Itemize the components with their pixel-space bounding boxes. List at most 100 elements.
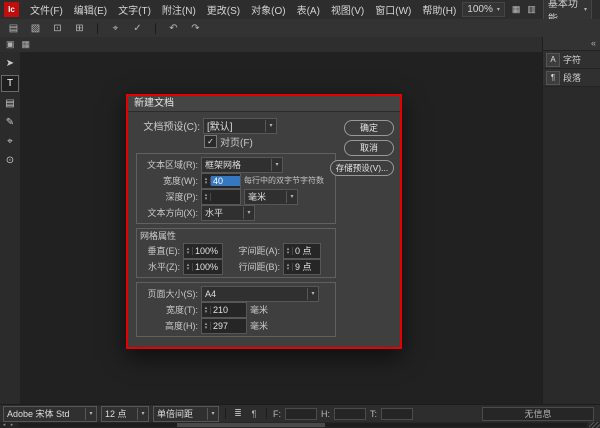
scroll-right-icon[interactable]: ▸ [8, 422, 16, 428]
type-tool-icon[interactable]: T [1, 75, 19, 92]
menu-item-view[interactable]: 视图(V) [326, 2, 369, 17]
zoom-level-value: 100% [467, 4, 493, 15]
panel-character-button[interactable]: A 字符 [543, 51, 600, 69]
page-width-stepper[interactable]: ▴ ▾ 210 [201, 301, 247, 318]
char-spacing-label: 字间距(A): [238, 246, 281, 256]
menu-item-help[interactable]: 帮助(H) [417, 2, 461, 17]
toolbar-divider [155, 22, 156, 34]
statusbar-divider [225, 408, 226, 419]
menu-item-edit[interactable]: 编辑(E) [69, 2, 112, 17]
stepper-down-icon[interactable]: ▾ [184, 266, 192, 271]
line-spacing-value: 9 点 [295, 262, 312, 272]
find-icon[interactable]: ⌖ [109, 23, 122, 34]
width-chars-stepper[interactable]: ▴ ▾ 40 [201, 172, 241, 189]
page-width-label: 宽度(T): [166, 305, 198, 315]
frame-grid-icon[interactable]: ▦ [22, 39, 31, 50]
grid-attributes-group: 网格属性 垂直(E): ▴ ▾ 100% 字间距(A): ▴ ▾ 0 点 水平(Z)… [136, 228, 336, 278]
grid-horizontal-label: 水平(Z): [148, 262, 180, 272]
line-spacing-label: 行间距(B): [238, 262, 281, 272]
font-family-value: Adobe 宋体 Std [7, 409, 70, 419]
font-size-dropdown[interactable]: 12 点 ▾ [101, 405, 149, 422]
facing-pages-checkbox[interactable]: ✓ [204, 135, 217, 148]
stepper-down-icon[interactable]: ▾ [202, 325, 210, 330]
menu-item-window[interactable]: 窗口(W) [370, 2, 416, 17]
stepper-down-icon[interactable]: ▾ [202, 196, 210, 201]
depth-stepper[interactable]: ▴ ▾ [201, 188, 241, 205]
horizontal-scrollbar[interactable] [18, 423, 587, 427]
page-height-unit: 毫米 [250, 321, 269, 331]
line-spacing-stepper[interactable]: ▴ ▾ 9 点 [283, 258, 321, 275]
menu-item-type[interactable]: 文字(T) [113, 2, 156, 17]
grid-horizontal-value: 100% [195, 261, 219, 272]
panel-paragraph-button[interactable]: ¶ 段落 [543, 69, 600, 87]
page-grid-icon[interactable]: ▣ [6, 39, 15, 50]
ok-button[interactable]: 确定 [344, 120, 394, 136]
view-options-icon[interactable]: ▦ [512, 4, 521, 15]
page-height-label: 高度(H): [165, 321, 198, 331]
depth-label: 深度(P): [165, 192, 199, 202]
screen-mode-icon[interactable]: ▥ [527, 4, 536, 15]
field-f-input[interactable] [285, 407, 317, 420]
check-icon: ✓ [207, 136, 214, 146]
stepper-down-icon[interactable]: ▾ [202, 180, 210, 185]
zoom-tool-icon[interactable]: ⊙ [2, 153, 18, 168]
stepper-down-icon[interactable]: ▾ [284, 266, 292, 271]
scroll-strip: ◂ ▸ [0, 422, 600, 428]
caret-down-icon: ▾ [583, 7, 587, 13]
line-spacing-value: 单倍间距 [157, 409, 194, 419]
spellcheck-icon[interactable]: ✓ [131, 23, 144, 34]
save-icon[interactable]: ⊡ [51, 23, 64, 34]
zoom-level-dropdown[interactable]: 100% ▾ [462, 2, 505, 17]
dialog-title[interactable]: 新建文档 [128, 96, 400, 112]
pencil-tool-icon[interactable]: ✎ [2, 115, 18, 130]
expand-panels-icon[interactable]: « [591, 38, 596, 48]
text-area-group: 文本区域(R): 框架网格 ▾ 宽度(W): ▴ ▾ 40 每行中的双字节字符数 … [136, 153, 336, 224]
field-h-input[interactable] [334, 407, 366, 420]
menu-item-changes[interactable]: 更改(S) [202, 2, 245, 17]
undo-icon[interactable]: ↶ [167, 23, 180, 34]
selection-tool-icon[interactable]: ➤ [2, 56, 18, 71]
menu-item-object[interactable]: 对象(O) [246, 2, 290, 17]
menu-item-table[interactable]: 表(A) [292, 2, 325, 17]
text-direction-dropdown[interactable]: 水平 ▾ [201, 204, 255, 221]
document-preset-label: 文档预设(C): [143, 122, 200, 133]
text-area-type-dropdown[interactable]: 框架网格 ▾ [201, 156, 283, 173]
paragraph-mark-icon[interactable]: ¶ [248, 409, 260, 419]
page-size-dropdown[interactable]: A4 ▾ [201, 285, 319, 302]
caret-down-icon: ▾ [85, 407, 96, 420]
width-chars-label: 宽度(W): [163, 176, 198, 186]
redo-icon[interactable]: ↷ [189, 23, 202, 34]
stepper-down-icon[interactable]: ▾ [202, 309, 210, 314]
char-spacing-stepper[interactable]: ▴ ▾ 0 点 [283, 242, 321, 259]
open-document-icon[interactable]: ▧ [29, 23, 42, 34]
line-spacing-dropdown[interactable]: 单倍间距 ▾ [153, 405, 219, 422]
field-t-label: T: [370, 408, 378, 419]
note-tool-icon[interactable]: ▤ [2, 96, 18, 111]
grid-horizontal-stepper[interactable]: ▴ ▾ 100% [183, 258, 223, 275]
scrollbar-thumb[interactable] [177, 423, 326, 427]
eyedropper-tool-icon[interactable]: ⌖ [2, 134, 18, 149]
depth-unit-dropdown[interactable]: 毫米 ▾ [244, 188, 298, 205]
leading-icon[interactable]: ≣ [232, 408, 244, 419]
page-height-stepper[interactable]: ▴ ▾ 297 [201, 317, 247, 334]
scroll-left-icon[interactable]: ◂ [0, 422, 8, 428]
stepper-down-icon[interactable]: ▾ [184, 250, 192, 255]
cancel-button[interactable]: 取消 [344, 140, 394, 156]
field-t-input[interactable] [381, 407, 414, 420]
menu-item-notes[interactable]: 附注(N) [157, 2, 201, 17]
save-preset-button[interactable]: 存储预设(V)... [330, 160, 394, 176]
stepper-down-icon[interactable]: ▾ [284, 250, 292, 255]
facing-pages-label: 对页(F) [220, 138, 253, 149]
grid-attributes-title: 网格属性 [140, 231, 177, 241]
grid-vertical-stepper[interactable]: ▴ ▾ 100% [183, 242, 223, 259]
new-document-icon[interactable]: ▤ [7, 23, 20, 34]
document-preset-dropdown[interactable]: [默认] ▾ [203, 117, 277, 134]
page-height-value: 297 [213, 320, 229, 331]
resize-grip[interactable] [589, 422, 600, 428]
menu-item-file[interactable]: 文件(F) [25, 2, 68, 17]
font-family-dropdown[interactable]: Adobe 宋体 Std ▾ [3, 405, 97, 422]
print-icon[interactable]: ⊞ [73, 23, 86, 34]
grid-vertical-value: 100% [195, 245, 219, 256]
caret-down-icon: ▾ [286, 190, 297, 203]
caret-down-icon: ▾ [137, 407, 148, 420]
